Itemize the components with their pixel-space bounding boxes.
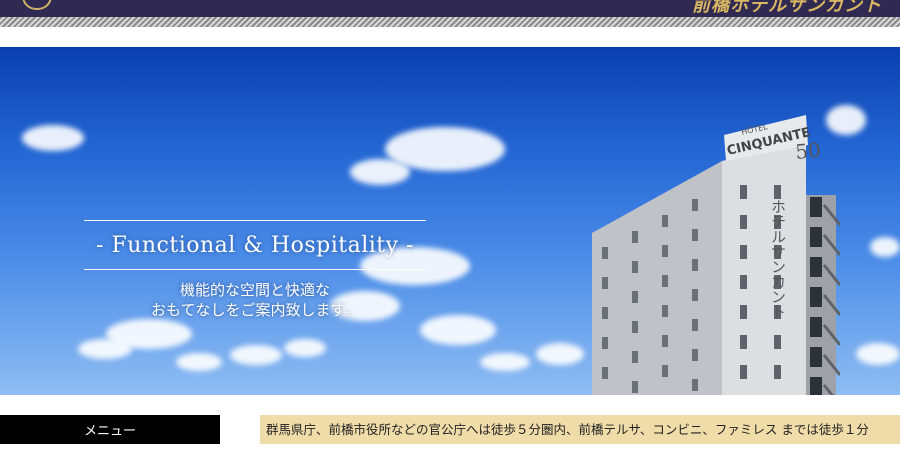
cloud-decoration <box>870 237 900 257</box>
window <box>602 247 608 259</box>
window <box>774 335 781 349</box>
window <box>632 231 638 243</box>
window <box>602 367 608 379</box>
window <box>692 379 698 391</box>
window <box>662 245 668 257</box>
window <box>692 349 698 361</box>
cloud-decoration <box>420 315 496 345</box>
window <box>662 275 668 287</box>
window <box>602 277 608 289</box>
hero-banner: - Functional & Hospitality - 機能的な空間と快適な … <box>0 47 900 395</box>
window <box>740 185 747 199</box>
cloud-decoration <box>22 125 84 151</box>
building-sign-number: 50 <box>794 138 821 164</box>
window <box>692 289 698 301</box>
intro-text-box: 群馬県庁、前橋市役所などの官公庁へは徒歩５分圏内、前橋テルサ、コンビニ、ファミレ… <box>260 415 900 444</box>
stair-door <box>810 227 822 247</box>
window <box>632 351 638 363</box>
window <box>602 307 608 319</box>
window <box>740 245 747 259</box>
cloud-decoration <box>284 339 326 357</box>
cloud-decoration <box>480 353 530 371</box>
stair-door <box>810 197 822 217</box>
window <box>692 259 698 271</box>
sidebar-menu-heading: メニュー <box>0 415 220 444</box>
building-vertical-sign: ホテルサンカント <box>769 199 787 319</box>
window <box>662 215 668 227</box>
hero-title-frame: - Functional & Hospitality - <box>84 220 426 270</box>
window <box>692 319 698 331</box>
window <box>662 305 668 317</box>
stair-door <box>810 377 822 395</box>
hotel-building-image: HOTEL CINQUANTE 50 ホテルサンカント <box>592 115 840 395</box>
window <box>692 199 698 211</box>
window <box>774 185 781 199</box>
header-divider <box>0 17 900 27</box>
cloud-decoration <box>176 353 222 371</box>
cloud-decoration <box>78 339 132 359</box>
window <box>740 335 747 349</box>
cloud-decoration <box>230 345 282 365</box>
hero-subtitle: 機能的な空間と快適な おもてなしをご案内致します。 <box>84 280 426 320</box>
window <box>740 305 747 319</box>
window <box>632 321 638 333</box>
window <box>740 275 747 289</box>
window <box>662 335 668 347</box>
cloud-decoration <box>856 343 900 365</box>
logo-mark-icon[interactable] <box>22 0 52 10</box>
stair-door <box>810 287 822 307</box>
stair-door <box>810 347 822 367</box>
stair-door <box>810 257 822 277</box>
window <box>662 365 668 377</box>
stair-door <box>810 317 822 337</box>
window <box>740 215 747 229</box>
hero-subtitle-line-1: 機能的な空間と快適な <box>179 281 330 299</box>
hero-title: - Functional & Hospitality - <box>96 232 414 258</box>
header-brand[interactable]: 前橋ホテルサンカント <box>692 0 882 17</box>
cloud-decoration <box>350 159 410 185</box>
intro-text: 群馬県庁、前橋市役所などの官公庁へは徒歩５分圏内、前橋テルサ、コンビニ、ファミレ… <box>266 422 869 437</box>
window <box>774 365 781 379</box>
window <box>740 365 747 379</box>
window <box>632 261 638 273</box>
site-header: 前橋ホテルサンカント <box>0 0 900 17</box>
window <box>692 229 698 241</box>
window <box>632 381 638 393</box>
cloud-decoration <box>536 343 584 365</box>
window <box>602 337 608 349</box>
window <box>632 291 638 303</box>
hero-subtitle-line-2: おもてなしをご案内致します。 <box>151 301 359 319</box>
